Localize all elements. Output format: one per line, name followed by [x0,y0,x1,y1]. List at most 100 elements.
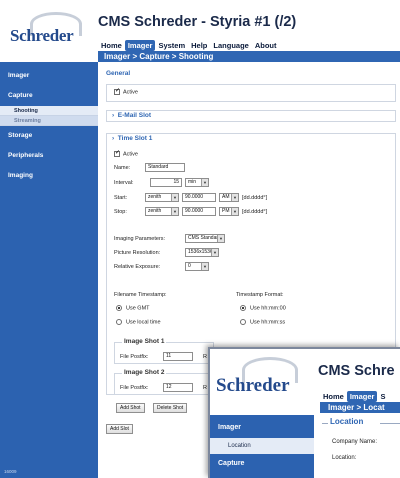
nav-home[interactable]: Home [98,40,125,51]
interval-unit-select[interactable]: min ▼ [185,178,209,187]
sidebar-item-streaming[interactable]: Streaming [0,116,98,126]
name-label: Name: [114,165,131,171]
overlay-sidebar: Imager Location Capture [210,415,314,478]
ts-format-label: Timestamp Format: [236,292,284,298]
sidebar-item-shooting[interactable]: Shooting [0,106,98,116]
use-local-label: Use local time [126,319,161,326]
add-slot-button[interactable]: Add Slot [106,424,133,434]
sidebar: Imager Capture Shooting Streaming Storag… [0,62,98,478]
stop-format-hint: [dd.dddd°] [242,209,268,215]
nav-about[interactable]: About [252,40,280,51]
resolution-select[interactable]: 1536x1536 ▼ [185,248,219,257]
fmt-hhmm-radio[interactable] [240,305,246,311]
header: Schreder CMS Schreder - Styria #1 (/2) H… [0,0,400,62]
shot1-postfix-input[interactable]: 11 [163,352,193,361]
filename-ts-label: Filename Timestamp: [114,292,167,298]
overlay-sidebar-imager[interactable]: Imager [210,418,314,438]
nav-imager[interactable]: Imager [124,40,156,51]
shot2-postfix-label: File Postfix: [120,385,149,391]
general-box [106,84,396,102]
breadcrumb: Imager > Capture > Shooting [98,51,400,62]
fmt-hhmmss-label: Use hh:mm:ss [250,319,286,326]
general-active-label: Active [123,89,138,96]
sidebar-item-capture[interactable]: Capture [0,86,98,106]
nav-help[interactable]: Help [188,40,210,51]
resolution-label: Picture Resolution: [114,250,161,256]
stop-value-input[interactable]: 90.0000 [182,207,216,216]
time-slot-label: Time Slot 1 [117,135,153,142]
add-shot-button[interactable]: Add Shot [116,403,145,413]
start-ampm-select[interactable]: AM ▼ [219,193,239,202]
shot1-trailing: R [203,354,207,360]
interval-input[interactable]: 15 [150,178,182,187]
overlay-sidebar-capture[interactable]: Capture [210,454,314,474]
overlay-nav-system[interactable]: S [377,391,388,402]
overlay-nav-home[interactable]: Home [320,391,347,402]
logo-text: Schreder [10,26,74,45]
shot2-trailing: R [203,385,207,391]
nav-language[interactable]: Language [210,40,251,51]
email-slot-label: E-Mail Slot [117,112,152,119]
chevron-right-icon: › [112,112,115,119]
company-name-label: Company Name: [332,439,378,445]
location-heading: Location [330,417,364,426]
overlay-title: CMS Schre [318,363,395,379]
exposure-select[interactable]: 0 ▼ [185,262,209,271]
use-gmt-radio[interactable] [116,305,122,311]
image-shot-1-heading: Image Shot 1 [122,338,167,345]
start-ampm-value: AM [222,194,230,200]
time-slot-heading[interactable]: › Time Slot 1 [112,135,152,142]
start-value-input[interactable]: 90.0000 [182,193,216,202]
imaging-params-value: CMS Standard [188,235,221,241]
overlay-logo-text: Schreder [216,375,290,396]
start-format-hint: [dd.dddd°] [242,195,268,201]
stop-ampm-select[interactable]: PM ▼ [219,207,239,216]
sidebar-footer: 16009 [4,469,17,474]
sidebar-item-imager[interactable]: Imager [0,66,98,86]
fmt-hhmmss-row: Use hh:mm:ss [240,319,285,325]
resolution-value: 1536x1536 [188,249,213,255]
overlay-logo: Schreder [214,355,304,399]
sidebar-item-imaging[interactable]: Imaging [0,166,98,186]
overlay-sidebar-location[interactable]: Location [210,438,314,454]
exposure-value: 0 [188,263,191,269]
use-gmt-row: Use GMT [116,305,150,311]
chevron-down-icon: ▼ [171,208,178,215]
general-heading: General [106,70,131,77]
location-divider [322,423,328,424]
general-active-checkbox[interactable] [114,87,120,95]
fmt-hhmmss-radio[interactable] [240,319,246,325]
shot1-postfix-label: File Postfix: [120,354,149,360]
start-ref-value: zenith [148,194,162,200]
imaging-params-label: Imaging Parameters: [114,236,166,242]
chevron-right-icon: › [112,135,115,142]
chevron-down-icon: ▼ [231,194,238,201]
use-local-radio[interactable] [116,319,122,325]
overlay-breadcrumb: Imager > Locat [320,402,400,413]
top-nav: Home Imager System Help Language About [98,40,280,51]
stop-ref-select[interactable]: zenith ▼ [145,207,179,216]
overlay-window[interactable]: Schreder CMS Schre Home Imager S Imager … [208,347,400,478]
overlay-nav: Home Imager S [320,391,388,402]
location-label: Location: [332,455,357,461]
slot-active-checkbox[interactable] [114,149,120,157]
use-gmt-label: Use GMT [126,305,150,312]
email-slot-heading[interactable]: › E-Mail Slot [112,112,151,119]
name-input[interactable]: Standard [145,163,185,172]
imaging-params-select[interactable]: CMS Standard ▼ [185,234,225,243]
shot2-postfix-input[interactable]: 12 [163,383,193,392]
delete-shot-button[interactable]: Delete Shot [153,403,188,413]
overlay-nav-imager[interactable]: Imager [346,391,378,402]
chevron-down-icon: ▼ [171,194,178,201]
sidebar-item-peripherals[interactable]: Peripherals [0,146,98,166]
stop-ampm-value: PM [222,208,230,214]
exposure-label: Relative Exposure: [114,264,161,270]
sidebar-item-storage[interactable]: Storage [0,126,98,146]
chevron-down-icon: ▼ [211,249,218,256]
fmt-hhmm-label: Use hh:mm:00 [250,305,286,312]
image-shot-2-heading: Image Shot 2 [122,369,167,376]
location-divider-right [380,423,400,424]
chevron-down-icon: ▼ [231,208,238,215]
start-ref-select[interactable]: zenith ▼ [145,193,179,202]
nav-system[interactable]: System [155,40,188,51]
